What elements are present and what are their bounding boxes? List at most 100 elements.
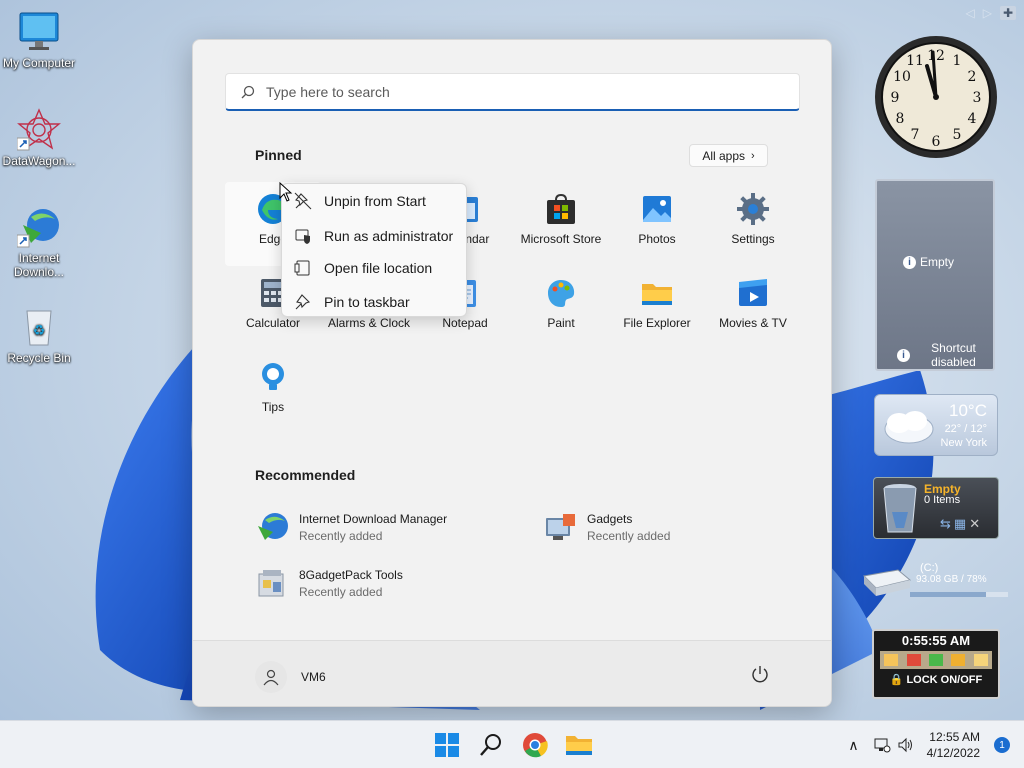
weather-gadget[interactable]: 10°C 22° / 12° New York — [874, 394, 998, 456]
taskbar-chrome[interactable] — [521, 731, 549, 759]
svg-text:♻: ♻ — [33, 323, 46, 339]
desktop-icon-idm[interactable]: Internet Downlo... — [0, 205, 78, 279]
slideshow-empty: i Empty — [903, 255, 954, 269]
menu-item-run-as-administrator[interactable]: Run as administrator — [286, 222, 464, 250]
pinned-movies-tv[interactable]: Movies & TV — [705, 266, 801, 350]
movies-icon — [739, 279, 767, 306]
recommended-gadgets[interactable]: Gadgets Recently added — [543, 510, 670, 544]
lock-label: LOCK ON/OFF — [906, 673, 983, 686]
power-icon[interactable] — [906, 654, 921, 666]
gear-icon[interactable] — [928, 654, 943, 666]
slideshow-gadget[interactable]: i Empty i Shortcut disabled — [875, 179, 995, 371]
idm-icon — [258, 513, 288, 540]
chevron-up-icon[interactable]: ∧ — [848, 737, 858, 754]
recommended-8gadgetpack[interactable]: 8GadgetPack Tools Recently added — [255, 566, 403, 600]
search-input[interactable] — [266, 83, 766, 100]
refresh-icon[interactable]: ⇆ — [940, 516, 954, 531]
start-footer: VM6 — [193, 640, 831, 706]
gadgets-icon — [546, 514, 575, 540]
taskbar-file-explorer[interactable] — [565, 731, 593, 759]
previous-icon[interactable]: ◁ — [965, 6, 974, 20]
photos-icon — [643, 196, 671, 222]
tile-label: Settings — [731, 232, 775, 246]
desktop-icon-my-computer[interactable]: My Computer — [0, 10, 78, 70]
pinned-file-explorer[interactable]: File Explorer — [609, 266, 705, 350]
datawagon-icon — [16, 108, 61, 151]
recycle-items: 0 Items — [924, 494, 961, 506]
volume-icon[interactable] — [897, 737, 915, 753]
drive-gadget[interactable]: (C:) 93.08 GB / 78% — [858, 560, 1008, 610]
chrome-icon — [523, 733, 548, 758]
paint-icon — [548, 280, 575, 307]
weather-range: 22° / 12° — [944, 423, 987, 435]
tips-icon — [262, 363, 284, 390]
taskbar-date: 4/12/2022 — [926, 746, 980, 760]
power-button[interactable] — [749, 663, 771, 685]
start-button[interactable] — [433, 731, 461, 759]
svg-text:9: 9 — [891, 90, 900, 106]
user-name: VM6 — [301, 670, 326, 684]
system-tray: ∧ 12:55 AM 4/12/2022 1 — [848, 721, 1024, 768]
svg-text:5: 5 — [953, 127, 962, 143]
menu-item-pin-to-taskbar[interactable]: Pin to taskbar — [286, 288, 464, 316]
pinned-tips[interactable]: Tips — [225, 350, 321, 434]
lock-toggle[interactable]: 🔒 LOCK ON/OFF — [874, 673, 998, 687]
cloud-icon — [884, 411, 934, 444]
next-icon[interactable]: ▷ — [983, 6, 992, 20]
tile-label: Photos — [638, 232, 676, 246]
recommended-name: Internet Download Manager — [299, 511, 448, 526]
folder-icon[interactable] — [884, 654, 899, 666]
search-icon — [480, 734, 501, 756]
windows-icon[interactable]: ▦ — [954, 516, 969, 531]
svg-text:8: 8 — [896, 111, 905, 127]
clock-gadget[interactable]: 12 12 345 678 91011 — [873, 34, 999, 160]
menu-item-open-file-location[interactable]: Open file location — [286, 254, 464, 282]
all-apps-label: All apps — [702, 148, 746, 163]
folder-icon — [642, 284, 672, 305]
network-icon[interactable] — [873, 737, 891, 753]
svg-text:6: 6 — [932, 134, 941, 150]
add-gadget-icon[interactable]: ✚ — [999, 6, 1016, 20]
tile-label: Microsoft Store — [520, 232, 602, 246]
lock-gadget[interactable]: 0:55:55 AM 🔒 LOCK ON/OFF — [872, 629, 1000, 699]
recommended-name: Gadgets — [587, 511, 633, 526]
desktop-icon-label: DataWagon... — [2, 154, 76, 168]
start-menu: Pinned All apps › Edge Calendar Microsof… — [192, 39, 832, 707]
search-box[interactable] — [225, 73, 800, 111]
desktop-icon-datawagon[interactable]: DataWagon... — [0, 108, 78, 168]
tile-label: File Explorer — [623, 316, 691, 330]
notification-badge[interactable]: 1 — [994, 737, 1010, 753]
taskbar-search-button[interactable] — [477, 731, 505, 759]
info-icon: i — [897, 348, 910, 362]
tile-label: Tips — [261, 400, 285, 414]
svg-text:2: 2 — [968, 69, 977, 85]
user-account-button[interactable]: VM6 — [255, 661, 326, 693]
folder-icon — [566, 736, 592, 755]
context-menu: Unpin from Start Run as administrator Op… — [281, 183, 467, 317]
tile-label: Paint — [547, 316, 575, 330]
tile-label: Notepad — [442, 316, 488, 330]
chevron-right-icon: › — [751, 149, 755, 162]
pinned-paint[interactable]: Paint — [513, 266, 609, 350]
desktop-icon-recycle-bin[interactable]: ♻ Recycle Bin — [0, 305, 78, 365]
svg-text:4: 4 — [968, 111, 977, 127]
windows-icon — [435, 733, 459, 757]
recommended-idm[interactable]: Internet Download Manager Recently added — [255, 510, 447, 544]
pinned-microsoft-store[interactable]: Microsoft Store — [513, 182, 609, 266]
mail-icon[interactable] — [973, 654, 988, 666]
empty-bin-icon[interactable]: ✕ — [969, 516, 983, 531]
lock-icon: 🔒 — [889, 674, 904, 686]
svg-text:7: 7 — [911, 127, 920, 143]
pinned-photos[interactable]: Photos — [609, 182, 705, 266]
clock-button[interactable]: 12:55 AM 4/12/2022 — [927, 729, 980, 761]
key-icon[interactable] — [951, 654, 966, 666]
all-apps-button[interactable]: All apps › — [689, 144, 768, 167]
taskbar-time: 12:55 AM — [929, 730, 980, 744]
recycle-bin-gadget[interactable]: Empty 0 Items ⇆▦✕ — [873, 477, 999, 539]
menu-item-unpin-from-start[interactable]: Unpin from Start — [286, 187, 464, 215]
desktop-icon-label: My Computer — [2, 56, 76, 70]
svg-text:12: 12 — [927, 48, 945, 64]
menu-item-label: Open file location — [324, 260, 433, 276]
pin-icon — [295, 294, 311, 310]
pinned-settings[interactable]: Settings — [705, 182, 801, 266]
